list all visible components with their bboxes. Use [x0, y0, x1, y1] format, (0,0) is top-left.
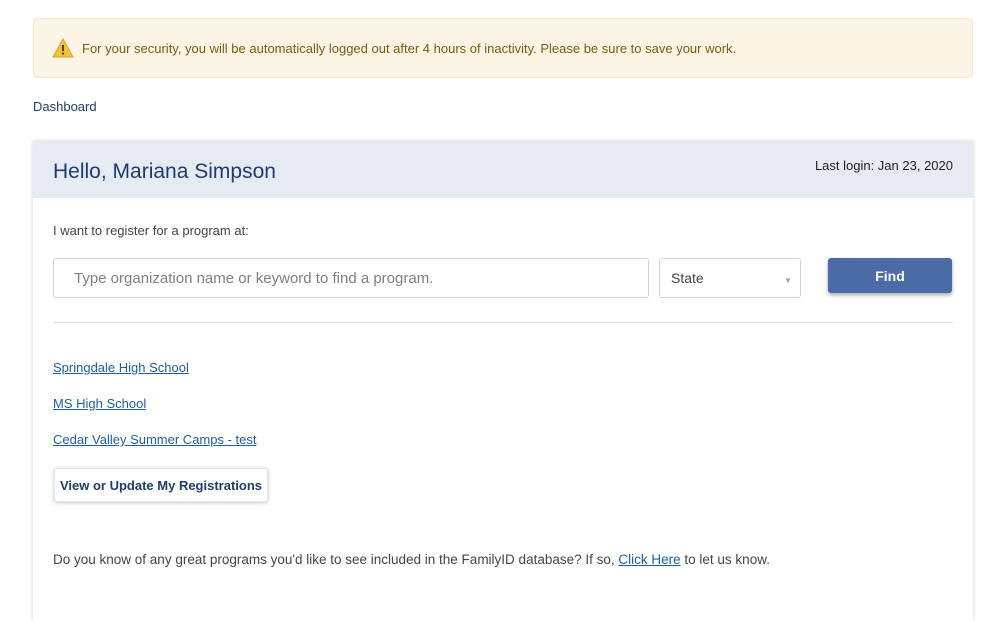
- org-link-ms-high-school[interactable]: MS High School: [53, 396, 146, 411]
- footer-text-before: Do you know of any great programs you'd …: [53, 552, 619, 567]
- footer-text-after: to let us know.: [680, 552, 770, 567]
- greeting-title: Hello, Mariana Simpson: [53, 159, 276, 183]
- org-link-cedar-valley-summer-camps[interactable]: Cedar Valley Summer Camps - test: [53, 432, 257, 447]
- warning-icon: [52, 37, 74, 58]
- dashboard-panel: Hello, Mariana Simpson Last login: Jan 2…: [33, 141, 973, 621]
- panel-header: Hello, Mariana Simpson Last login: Jan 2…: [33, 141, 973, 198]
- state-select-value: State: [671, 270, 704, 286]
- security-alert: For your security, you will be automatic…: [33, 18, 973, 78]
- find-button[interactable]: Find: [828, 258, 952, 293]
- divider: [53, 322, 953, 323]
- state-select[interactable]: State ▼: [659, 258, 801, 298]
- view-registrations-button[interactable]: View or Update My Registrations: [54, 468, 268, 502]
- caret-down-icon: ▼: [784, 276, 792, 285]
- alert-message: For your security, you will be automatic…: [82, 40, 737, 56]
- org-link-springdale-high-school[interactable]: Springdale High School: [53, 360, 189, 375]
- last-login-text: Last login: Jan 23, 2020: [814, 158, 953, 173]
- register-prompt: I want to register for a program at:: [53, 223, 249, 238]
- suggest-program-note: Do you know of any great programs you'd …: [53, 552, 770, 567]
- breadcrumb-dashboard[interactable]: Dashboard: [33, 99, 97, 114]
- click-here-link[interactable]: Click Here: [618, 552, 680, 567]
- organization-search-input[interactable]: [53, 258, 649, 298]
